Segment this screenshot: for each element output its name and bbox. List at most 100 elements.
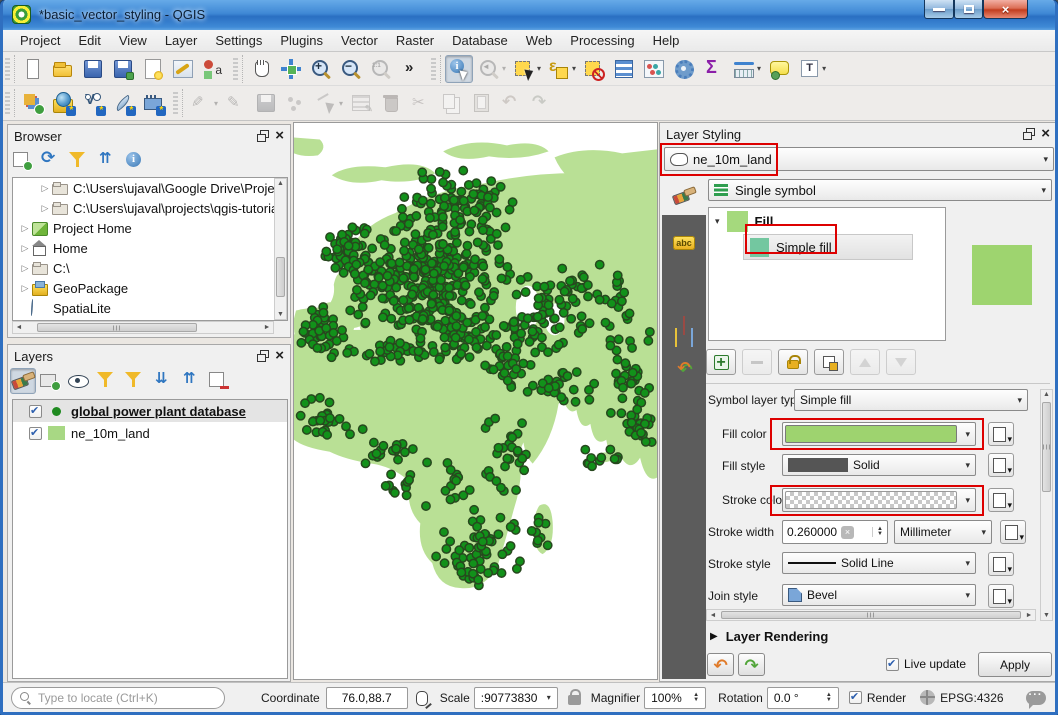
select-by-expression-button[interactable]: ▾ [545, 55, 578, 83]
toolbar-grip[interactable] [173, 92, 178, 114]
menu-plugins[interactable]: Plugins [271, 31, 332, 50]
layer-item[interactable]: global power plant database [13, 400, 287, 422]
styling-vscrollbar[interactable]: ▲ ▼ [1040, 389, 1053, 621]
layers-panel-header[interactable]: Layers × [8, 345, 290, 367]
dropdown-arrow-icon[interactable]: ▾ [537, 64, 541, 73]
open-data-source-manager-button[interactable] [19, 89, 47, 117]
properties-widget-button[interactable] [122, 148, 148, 174]
lock-scale-icon[interactable] [568, 695, 581, 705]
layer-selector-combo[interactable]: ne_10m_land ▾ [664, 147, 1054, 171]
refresh-button[interactable] [38, 148, 64, 174]
fill-style-data-defined-button[interactable] [988, 453, 1014, 477]
redo-style-button[interactable] [738, 653, 765, 676]
browser-panel-header[interactable]: Browser × [8, 125, 290, 147]
duplicate-symbol-layer-button[interactable] [814, 349, 844, 375]
expander-icon[interactable]: ▷ [19, 263, 31, 274]
dropdown-arrow-icon[interactable]: ▾ [572, 64, 576, 73]
expander-icon[interactable]: ▷ [39, 183, 51, 194]
crs-status[interactable]: EPSG:4326 [940, 691, 1003, 705]
layer-visibility-checkbox[interactable] [29, 427, 42, 440]
stroke-style-combo[interactable]: Solid Line ▾ [782, 552, 976, 574]
menu-web[interactable]: Web [517, 31, 562, 50]
open-attribute-table-button[interactable] [610, 55, 638, 83]
minimize-button[interactable] [924, 0, 954, 19]
apply-button[interactable]: Apply [978, 652, 1052, 677]
menu-help[interactable]: Help [644, 31, 689, 50]
live-update-checkbox[interactable] [886, 658, 899, 671]
add-symbol-layer-button[interactable]: + [706, 349, 736, 375]
layer-visibility-checkbox[interactable] [29, 405, 42, 418]
renderer-combo[interactable]: Single symbol ▾ [708, 179, 1052, 201]
browser-item[interactable]: ▷Home [13, 238, 287, 258]
messages-icon[interactable] [1026, 691, 1046, 705]
menu-layer[interactable]: Layer [156, 31, 207, 50]
style-manager-button[interactable] [199, 55, 227, 83]
new-shapefile-layer-button[interactable] [79, 89, 107, 117]
fill-color-data-defined-button[interactable] [988, 422, 1014, 446]
stroke-color-combo[interactable]: ▾ [782, 488, 976, 512]
map-canvas[interactable] [293, 122, 658, 680]
stroke-width-spinbox[interactable]: 0.260000 × ▲▼ [782, 520, 888, 544]
filter-browser-button[interactable] [66, 148, 92, 174]
manage-map-themes-button[interactable]: ▾ [66, 368, 92, 394]
render-checkbox[interactable] [849, 691, 862, 704]
float-panel-icon[interactable] [1023, 128, 1035, 140]
tab-view-3d[interactable] [669, 263, 699, 305]
dropdown-arrow-icon[interactable]: ▾ [757, 64, 761, 73]
filter-by-expression-button[interactable]: ▾ [122, 368, 148, 394]
stroke-width-data-defined-button[interactable] [1000, 520, 1026, 544]
field-calculator-button[interactable] [640, 55, 668, 83]
zoom-out-button[interactable] [337, 55, 365, 83]
layer-styling-header[interactable]: Layer Styling × [660, 123, 1056, 145]
symbol-tree-root[interactable]: ▾ Fill [709, 208, 945, 234]
stroke-color-data-defined-button[interactable] [988, 488, 1014, 512]
open-layer-styling-button[interactable] [10, 368, 36, 394]
browser-item[interactable]: ▷C:\Users\ujaval\Google Drive\Projects [13, 178, 287, 198]
dropdown-arrow-icon[interactable]: ▾ [214, 99, 218, 108]
join-style-data-defined-button[interactable] [988, 584, 1014, 608]
menu-settings[interactable]: Settings [206, 31, 271, 50]
toolbar-grip[interactable] [233, 58, 238, 80]
menu-database[interactable]: Database [443, 31, 517, 50]
collapse-all-button[interactable] [94, 148, 120, 174]
close-panel-icon[interactable]: × [1041, 128, 1050, 140]
menu-raster[interactable]: Raster [387, 31, 443, 50]
stroke-style-data-defined-button[interactable] [988, 552, 1014, 576]
menu-edit[interactable]: Edit [69, 31, 109, 50]
lock-color-button[interactable] [778, 349, 808, 375]
expander-icon[interactable]: ▷ [39, 203, 51, 214]
coordinate-field[interactable]: 76.0,88.7 [326, 687, 408, 709]
expander-icon[interactable]: ▷ [19, 283, 31, 294]
new-print-layout-button[interactable] [139, 55, 167, 83]
locator-bar[interactable] [11, 687, 225, 709]
expander-icon[interactable]: ▷ [19, 243, 31, 254]
locator-input[interactable] [36, 690, 196, 706]
open-project-button[interactable] [49, 55, 77, 83]
float-panel-icon[interactable] [257, 350, 269, 362]
menu-view[interactable]: View [110, 31, 156, 50]
map-tips-button[interactable] [765, 55, 793, 83]
browser-hscrollbar[interactable]: ◄ ► [12, 321, 274, 334]
new-geopackage-layer-button[interactable] [49, 89, 77, 117]
pan-to-selection-button[interactable] [277, 55, 305, 83]
toolbar-grip[interactable] [5, 58, 10, 80]
tab-labels[interactable] [669, 221, 699, 263]
maximize-button[interactable] [954, 0, 983, 19]
layer-item[interactable]: ne_10m_land [13, 422, 287, 444]
mouse-tracking-icon[interactable] [414, 689, 432, 707]
save-project-button[interactable] [79, 55, 107, 83]
styling-hscrollbar[interactable]: ◄ ► [706, 609, 1036, 621]
join-style-combo[interactable]: Bevel ▾ [782, 584, 976, 606]
browser-tree[interactable]: ▷C:\Users\ujaval\Google Drive\Projects▷C… [12, 177, 288, 321]
measure-button[interactable]: ▾ [730, 55, 763, 83]
clear-icon[interactable]: × [841, 526, 854, 539]
dropdown-arrow-icon[interactable]: ▾ [502, 64, 506, 73]
deselect-features-button[interactable] [580, 55, 608, 83]
menu-project[interactable]: Project [11, 31, 69, 50]
stroke-width-unit-combo[interactable]: Millimeter ▾ [894, 520, 992, 544]
toolbar-overflow-button[interactable] [397, 55, 425, 83]
browser-item[interactable]: ▷Project Home [13, 218, 287, 238]
pan-map-button[interactable] [247, 55, 275, 83]
dropdown-arrow-icon[interactable]: ▾ [339, 99, 343, 108]
new-virtual-layer-button[interactable] [139, 89, 167, 117]
